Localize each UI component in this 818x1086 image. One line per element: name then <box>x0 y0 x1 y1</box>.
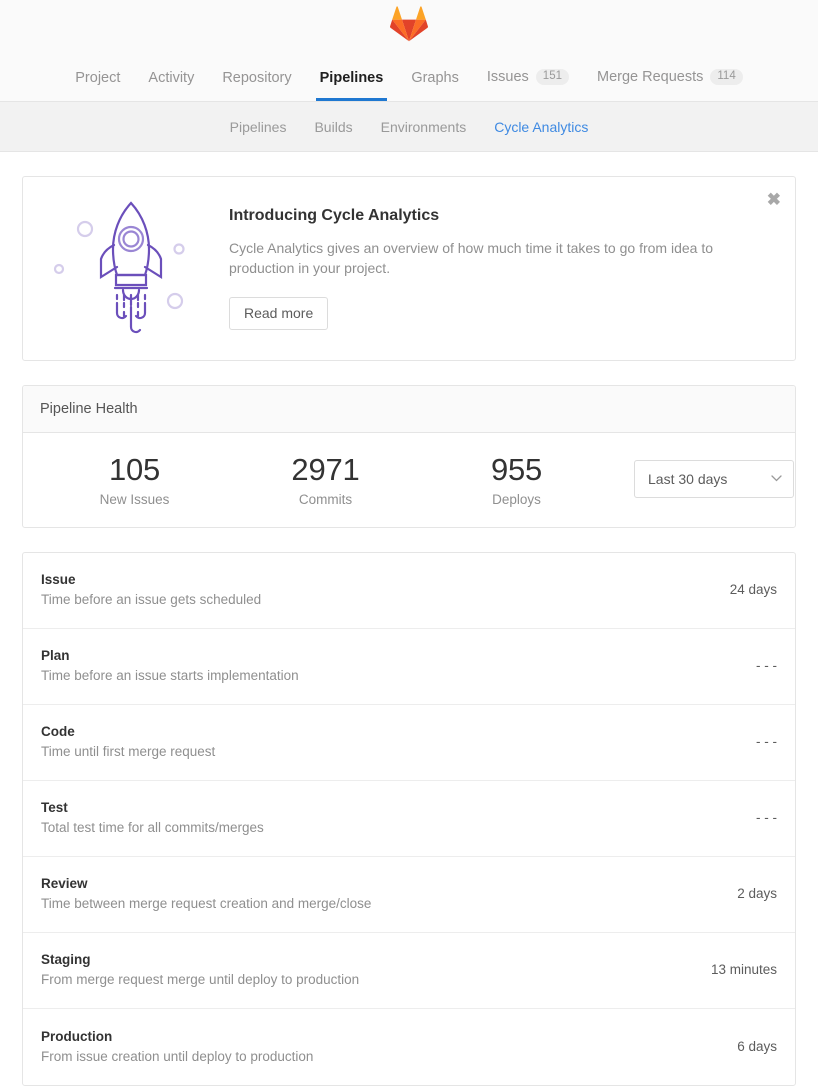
chevron-down-icon <box>771 475 782 482</box>
main-content: Introducing Cycle Analytics Cycle Analyt… <box>0 152 818 1086</box>
stage-row-code[interactable]: Code Time until first merge request - - … <box>23 705 795 781</box>
stage-value: - - - <box>736 658 777 673</box>
stage-info: Staging From merge request merge until d… <box>41 952 359 987</box>
stage-info: Issue Time before an issue gets schedule… <box>41 572 261 607</box>
stat-value: 2971 <box>230 451 421 489</box>
main-nav: Project Activity Repository Pipelines Gr… <box>0 42 818 100</box>
nav-item-graphs[interactable]: Graphs <box>397 71 473 101</box>
sub-nav-item-label: Cycle Analytics <box>494 119 588 135</box>
merge-requests-count-badge: 114 <box>710 69 742 86</box>
nav-item-label: Graphs <box>411 71 459 86</box>
sub-nav-item-environments[interactable]: Environments <box>367 119 481 135</box>
nav-item-label: Issues <box>487 70 529 85</box>
top-header: Project Activity Repository Pipelines Gr… <box>0 0 818 102</box>
read-more-button[interactable]: Read more <box>229 297 328 330</box>
banner-description: Cycle Analytics gives an overview of how… <box>229 238 719 279</box>
stage-description: From issue creation until deploy to prod… <box>41 1049 313 1064</box>
nav-item-label: Project <box>75 71 120 86</box>
sub-nav-item-builds[interactable]: Builds <box>300 119 366 135</box>
banner-title: Introducing Cycle Analytics <box>229 207 737 225</box>
nav-item-label: Repository <box>222 71 291 86</box>
date-range-value: Last 30 days <box>648 471 727 487</box>
sub-nav-item-label: Pipelines <box>230 119 287 135</box>
gitlab-tanuki-logo[interactable] <box>390 6 428 42</box>
stage-description: Time before an issue gets scheduled <box>41 592 261 607</box>
stage-row-test[interactable]: Test Total test time for all commits/mer… <box>23 781 795 857</box>
sub-nav-item-pipelines[interactable]: Pipelines <box>216 119 301 135</box>
range-select-wrap: Last 30 days <box>612 460 794 498</box>
stage-row-review[interactable]: Review Time between merge request creati… <box>23 857 795 933</box>
stage-description: Total test time for all commits/merges <box>41 820 264 835</box>
stage-info: Plan Time before an issue starts impleme… <box>41 648 299 683</box>
nav-item-label: Merge Requests <box>597 70 703 85</box>
nav-item-project[interactable]: Project <box>61 71 134 101</box>
stage-info: Production From issue creation until dep… <box>41 1029 313 1064</box>
stage-row-staging[interactable]: Staging From merge request merge until d… <box>23 933 795 1009</box>
stage-value: - - - <box>736 734 777 749</box>
stage-info: Test Total test time for all commits/mer… <box>41 800 264 835</box>
stage-description: Time before an issue starts implementati… <box>41 668 299 683</box>
stage-info: Code Time until first merge request <box>41 724 215 759</box>
stage-name: Code <box>41 724 215 739</box>
nav-item-label: Pipelines <box>320 71 384 86</box>
stage-name: Production <box>41 1029 313 1044</box>
stage-name: Review <box>41 876 371 891</box>
pipeline-health-title: Pipeline Health <box>23 386 795 433</box>
stage-value: 24 days <box>710 582 777 597</box>
stat-commits: 2971 Commits <box>230 451 421 507</box>
stage-name: Test <box>41 800 264 815</box>
nav-item-issues[interactable]: Issues 151 <box>473 69 583 101</box>
stage-row-production[interactable]: Production From issue creation until dep… <box>23 1009 795 1085</box>
close-icon[interactable]: ✖ <box>767 191 781 208</box>
stage-name: Plan <box>41 648 299 663</box>
sub-nav: Pipelines Builds Environments Cycle Anal… <box>0 102 818 152</box>
stage-value: 13 minutes <box>691 962 777 977</box>
stage-description: Time between merge request creation and … <box>41 896 371 911</box>
nav-item-activity[interactable]: Activity <box>134 71 208 101</box>
stat-label: New Issues <box>39 492 230 507</box>
stage-row-issue[interactable]: Issue Time before an issue gets schedule… <box>23 553 795 629</box>
stage-name: Staging <box>41 952 359 967</box>
sub-nav-item-label: Builds <box>314 119 352 135</box>
nav-item-repository[interactable]: Repository <box>208 71 305 101</box>
stage-name: Issue <box>41 572 261 587</box>
banner-body: Introducing Cycle Analytics Cycle Analyt… <box>229 207 777 331</box>
sub-nav-item-cycle-analytics[interactable]: Cycle Analytics <box>480 119 602 135</box>
pipeline-health-body: 105 New Issues 2971 Commits 955 Deploys … <box>23 433 795 527</box>
stage-value: 2 days <box>717 886 777 901</box>
sub-nav-item-label: Environments <box>381 119 467 135</box>
stat-value: 955 <box>421 451 612 489</box>
pipeline-health-card: Pipeline Health 105 New Issues 2971 Comm… <box>22 385 796 528</box>
stage-value: 6 days <box>717 1039 777 1054</box>
nav-item-label: Activity <box>148 71 194 86</box>
stat-label: Deploys <box>421 492 612 507</box>
stage-description: From merge request merge until deploy to… <box>41 972 359 987</box>
stat-deploys: 955 Deploys <box>421 451 612 507</box>
stat-value: 105 <box>39 451 230 489</box>
stage-description: Time until first merge request <box>41 744 215 759</box>
logo-wrap <box>0 0 818 42</box>
nav-item-pipelines[interactable]: Pipelines <box>306 71 398 101</box>
stage-row-plan[interactable]: Plan Time before an issue starts impleme… <box>23 629 795 705</box>
stage-value: - - - <box>736 810 777 825</box>
cycle-analytics-stages: Issue Time before an issue gets schedule… <box>22 552 796 1086</box>
nav-item-merge-requests[interactable]: Merge Requests 114 <box>583 69 757 101</box>
stat-new-issues: 105 New Issues <box>39 451 230 507</box>
banner-illustration <box>33 191 229 346</box>
intro-banner: Introducing Cycle Analytics Cycle Analyt… <box>22 176 796 361</box>
date-range-select[interactable]: Last 30 days <box>634 460 794 498</box>
stat-label: Commits <box>230 492 421 507</box>
rocket-illustration-icon <box>51 191 211 346</box>
stage-info: Review Time between merge request creati… <box>41 876 371 911</box>
issues-count-badge: 151 <box>536 69 569 86</box>
